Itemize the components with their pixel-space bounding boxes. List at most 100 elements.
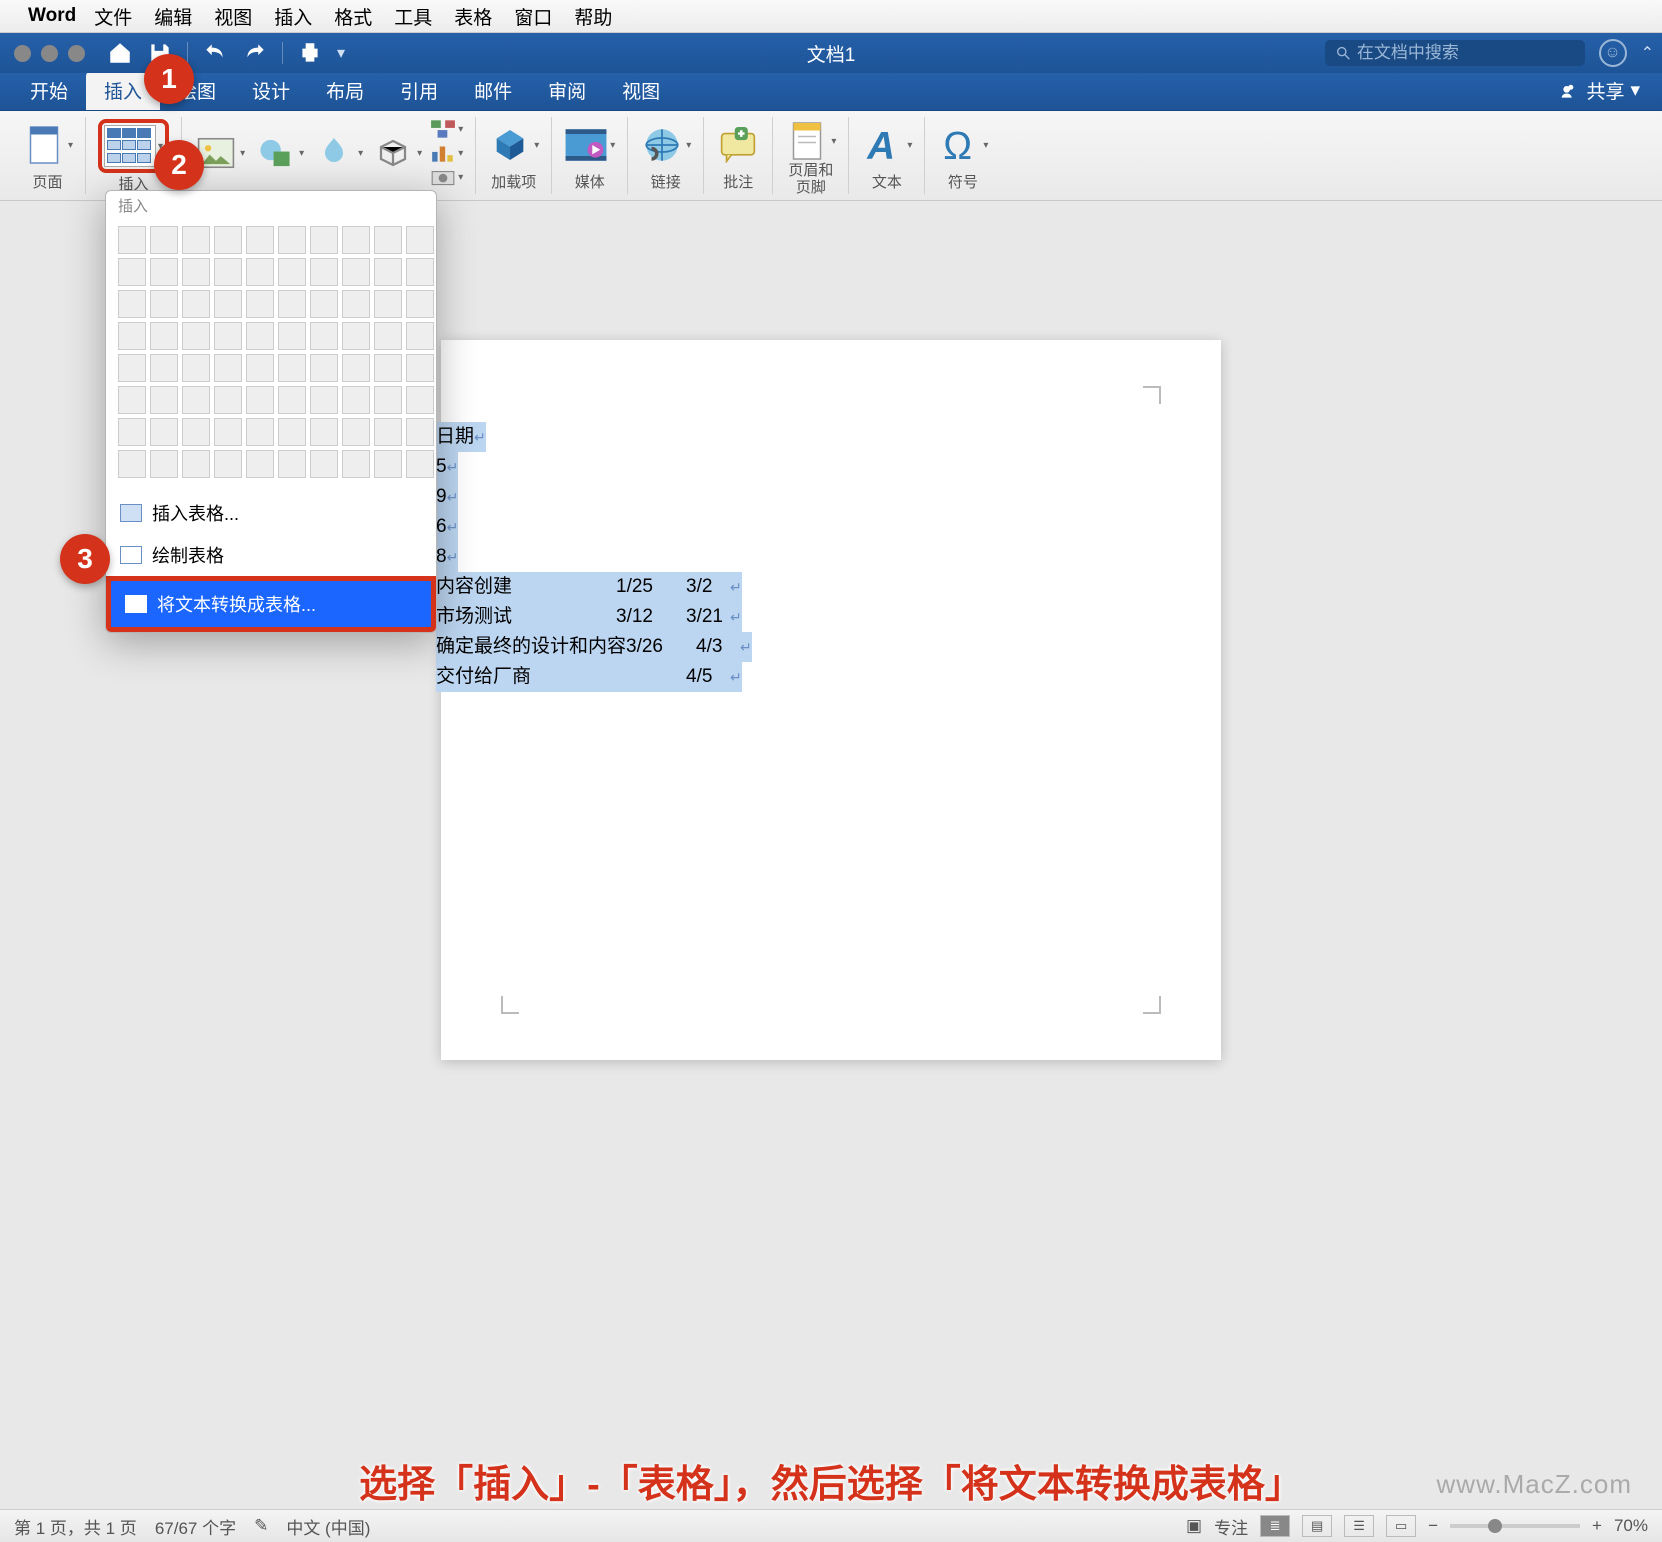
grid-cell[interactable] xyxy=(182,418,210,446)
grid-cell[interactable] xyxy=(182,258,210,286)
search-input[interactable] xyxy=(1357,43,1575,63)
grid-cell[interactable] xyxy=(150,386,178,414)
insert-table-item[interactable]: 插入表格... xyxy=(106,492,436,534)
grid-cell[interactable] xyxy=(118,258,146,286)
grid-cell[interactable] xyxy=(214,418,242,446)
view-draft-button[interactable]: ▭ xyxy=(1386,1515,1416,1537)
feedback-icon[interactable]: ☺ xyxy=(1599,39,1627,67)
grid-cell[interactable] xyxy=(118,354,146,382)
grid-cell[interactable] xyxy=(406,450,434,478)
view-outline-button[interactable]: ☰ xyxy=(1344,1515,1374,1537)
addins-button[interactable] xyxy=(488,123,539,167)
grid-cell[interactable] xyxy=(310,226,338,254)
menu-edit[interactable]: 编辑 xyxy=(154,3,192,30)
grid-cell[interactable] xyxy=(246,258,274,286)
grid-cell[interactable] xyxy=(182,386,210,414)
grid-cell[interactable] xyxy=(118,450,146,478)
grid-cell[interactable] xyxy=(374,258,402,286)
grid-cell[interactable] xyxy=(246,226,274,254)
icons-button[interactable] xyxy=(312,131,363,175)
grid-cell[interactable] xyxy=(214,354,242,382)
chart-button[interactable] xyxy=(430,143,463,163)
spellcheck-icon[interactable]: ✎ xyxy=(254,1516,268,1536)
grid-cell[interactable] xyxy=(310,354,338,382)
grid-cell[interactable] xyxy=(342,322,370,350)
grid-cell[interactable] xyxy=(374,290,402,318)
grid-cell[interactable] xyxy=(406,322,434,350)
tab-view[interactable]: 视图 xyxy=(604,71,678,110)
grid-cell[interactable] xyxy=(118,386,146,414)
comment-button[interactable] xyxy=(716,123,760,167)
grid-cell[interactable] xyxy=(118,226,146,254)
grid-cell[interactable] xyxy=(246,354,274,382)
grid-cell[interactable] xyxy=(214,386,242,414)
grid-cell[interactable] xyxy=(342,290,370,318)
grid-cell[interactable] xyxy=(342,418,370,446)
undo-icon[interactable] xyxy=(202,40,228,66)
header-footer-button[interactable] xyxy=(785,119,836,163)
search-box[interactable] xyxy=(1325,40,1585,66)
grid-cell[interactable] xyxy=(342,226,370,254)
status-language[interactable]: 中文 (中国) xyxy=(286,1514,370,1539)
focus-icon[interactable]: ▣ xyxy=(1186,1516,1202,1536)
grid-cell[interactable] xyxy=(118,418,146,446)
grid-cell[interactable] xyxy=(150,322,178,350)
grid-cell[interactable] xyxy=(214,322,242,350)
menu-table[interactable]: 表格 xyxy=(454,3,492,30)
grid-cell[interactable] xyxy=(182,450,210,478)
symbol-button[interactable]: Ω xyxy=(937,123,988,167)
zoom-level[interactable]: 70% xyxy=(1614,1516,1648,1536)
grid-cell[interactable] xyxy=(310,258,338,286)
tab-mailings[interactable]: 邮件 xyxy=(456,71,530,110)
grid-cell[interactable] xyxy=(246,322,274,350)
status-focus[interactable]: 专注 xyxy=(1214,1514,1248,1539)
grid-cell[interactable] xyxy=(278,354,306,382)
draw-table-item[interactable]: 绘制表格 xyxy=(106,534,436,576)
zoom-slider[interactable] xyxy=(1450,1524,1580,1528)
menu-view[interactable]: 视图 xyxy=(214,3,252,30)
grid-cell[interactable] xyxy=(342,386,370,414)
grid-cell[interactable] xyxy=(342,450,370,478)
table-size-grid[interactable] xyxy=(106,218,436,492)
grid-cell[interactable] xyxy=(406,354,434,382)
grid-cell[interactable] xyxy=(278,386,306,414)
app-name[interactable]: Word xyxy=(28,5,76,27)
grid-cell[interactable] xyxy=(246,418,274,446)
grid-cell[interactable] xyxy=(278,258,306,286)
collapse-icon[interactable]: ⌃ xyxy=(1641,43,1654,63)
grid-cell[interactable] xyxy=(342,258,370,286)
screenshot-button[interactable] xyxy=(430,167,463,187)
grid-cell[interactable] xyxy=(406,258,434,286)
grid-cell[interactable] xyxy=(118,290,146,318)
tab-references[interactable]: 引用 xyxy=(382,71,456,110)
status-words[interactable]: 67/67 个字 xyxy=(155,1514,236,1539)
tab-layout[interactable]: 布局 xyxy=(308,71,382,110)
zoom-out-button[interactable]: − xyxy=(1428,1516,1438,1536)
grid-cell[interactable] xyxy=(246,290,274,318)
menu-window[interactable]: 窗口 xyxy=(514,3,552,30)
grid-cell[interactable] xyxy=(182,290,210,318)
convert-text-to-table-item[interactable]: 将文本转换成表格... xyxy=(111,581,431,627)
grid-cell[interactable] xyxy=(374,386,402,414)
grid-cell[interactable] xyxy=(374,226,402,254)
grid-cell[interactable] xyxy=(310,386,338,414)
link-button[interactable] xyxy=(640,123,691,167)
grid-cell[interactable] xyxy=(214,258,242,286)
home-icon[interactable] xyxy=(107,40,133,66)
grid-cell[interactable] xyxy=(374,418,402,446)
grid-cell[interactable] xyxy=(342,354,370,382)
grid-cell[interactable] xyxy=(150,290,178,318)
menu-insert[interactable]: 插入 xyxy=(274,3,312,30)
menu-format[interactable]: 格式 xyxy=(334,3,372,30)
tab-design[interactable]: 设计 xyxy=(234,71,308,110)
print-icon[interactable] xyxy=(297,40,323,66)
grid-cell[interactable] xyxy=(374,322,402,350)
grid-cell[interactable] xyxy=(246,450,274,478)
share-button[interactable]: 共享 ▾ xyxy=(1550,71,1650,110)
view-web-button[interactable]: ▤ xyxy=(1302,1515,1332,1537)
grid-cell[interactable] xyxy=(278,418,306,446)
grid-cell[interactable] xyxy=(150,354,178,382)
grid-cell[interactable] xyxy=(118,322,146,350)
selected-text[interactable]: 日期↵5↵9↵6↵8↵内容创建1/253/2↵市场测试3/123/21↵确定最终… xyxy=(436,422,752,692)
tab-review[interactable]: 审阅 xyxy=(530,71,604,110)
